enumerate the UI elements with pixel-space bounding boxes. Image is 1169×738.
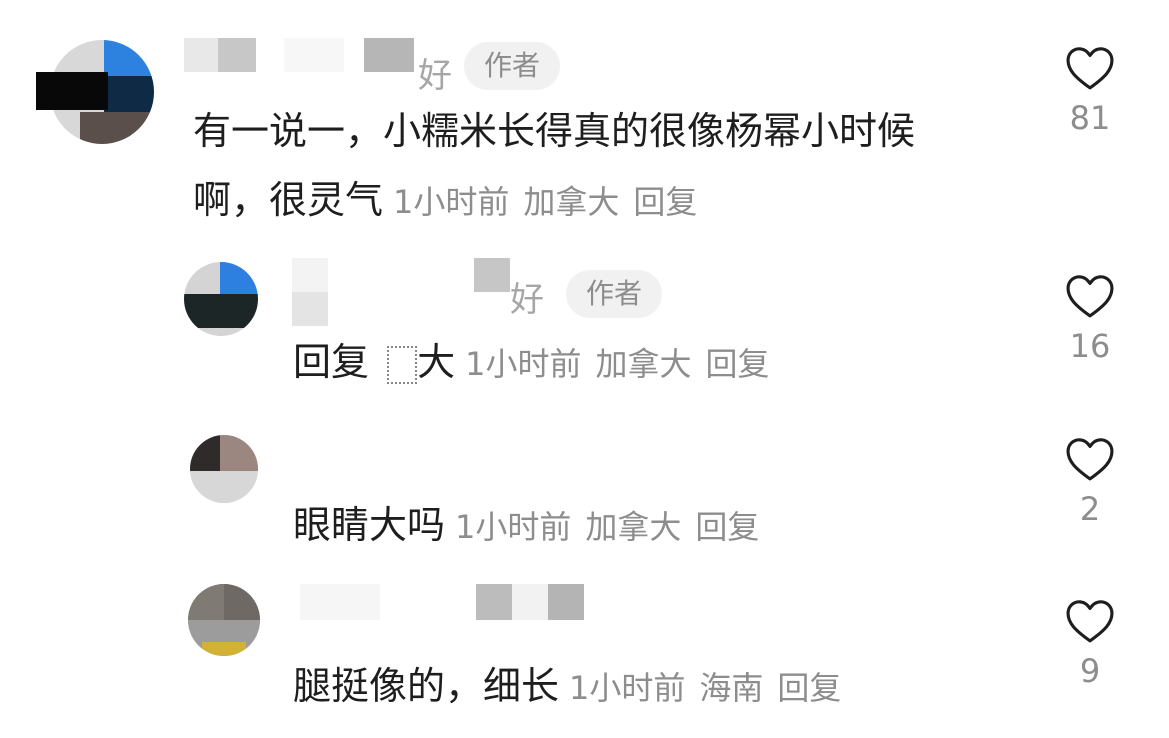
comment-text: 啊，很灵气 [193,178,384,222]
comment-text-line2: 啊，很灵气 1小时前 加拿大 回复 [193,175,711,227]
comment-time: 1小时前 [569,669,686,707]
like-count: 81 [1069,99,1111,137]
comment-meta: 1小时前 加拿大 回复 [455,508,773,546]
username-obscured[interactable]: 好 [292,258,552,326]
comment-text-line: 眼睛大吗 1小时前 加拿大 回复 [293,500,773,552]
reply-button[interactable]: 回复 [695,508,759,546]
heart-outline-icon [1066,600,1114,643]
like-button[interactable]: 81 [1060,45,1120,137]
heart-outline-icon [1066,438,1114,481]
like-count: 2 [1079,490,1101,528]
comment-location: 加拿大 [523,183,620,221]
avatar-mosaic [104,40,154,76]
author-badge: 作者 [464,42,560,90]
username-obscured[interactable]: 好 [184,38,459,96]
reply-button[interactable]: 回复 [633,183,697,221]
username-fragment: 好 [510,280,544,320]
heart-outline-icon [1066,47,1114,90]
avatar[interactable] [188,584,260,656]
username-fragment: 好 [418,56,452,96]
reply-target[interactable]: 大 [417,340,455,384]
avatar[interactable] [184,262,258,336]
comment-meta: 1小时前 海南 回复 [569,669,855,707]
like-count: 16 [1069,327,1111,365]
privacy-mosaic [36,72,108,110]
reply-button[interactable]: 回复 [706,345,770,383]
username-obscured[interactable] [300,584,620,624]
comment-time: 1小时前 [465,345,582,383]
comment-location: 加拿大 [595,345,692,383]
comment-meta: 1小时前 加拿大 回复 [465,345,783,383]
comment-text-line: 腿挺像的，细长 1小时前 海南 回复 [293,661,855,713]
author-badge: 作者 [566,270,662,318]
comment-text-line: 回复 大 1小时前 加拿大 回复 [293,337,784,389]
comment-meta: 1小时前 加拿大 回复 [393,183,711,221]
like-count: 9 [1079,652,1101,690]
heart-outline-icon [1066,275,1114,318]
comment-text: 眼睛大吗 [293,503,446,547]
like-button[interactable]: 9 [1060,598,1120,690]
avatar-mosaic [80,112,154,144]
comment-text: 腿挺像的，细长 [293,664,560,708]
like-button[interactable]: 16 [1060,273,1120,365]
reply-button[interactable]: 回复 [777,669,841,707]
reply-prefix: 回复 [293,340,370,384]
reply-target-mosaic [387,345,418,384]
avatar[interactable] [190,435,258,503]
comment-time: 1小时前 [455,508,572,546]
like-button[interactable]: 2 [1060,436,1120,528]
comment-location: 海南 [699,669,764,707]
avatar-mosaic [104,76,154,112]
comment-text: 有一说一，小糯米长得真的很像杨幂小时候 [193,109,916,153]
comment-time: 1小时前 [393,183,510,221]
comment-location: 加拿大 [585,508,682,546]
